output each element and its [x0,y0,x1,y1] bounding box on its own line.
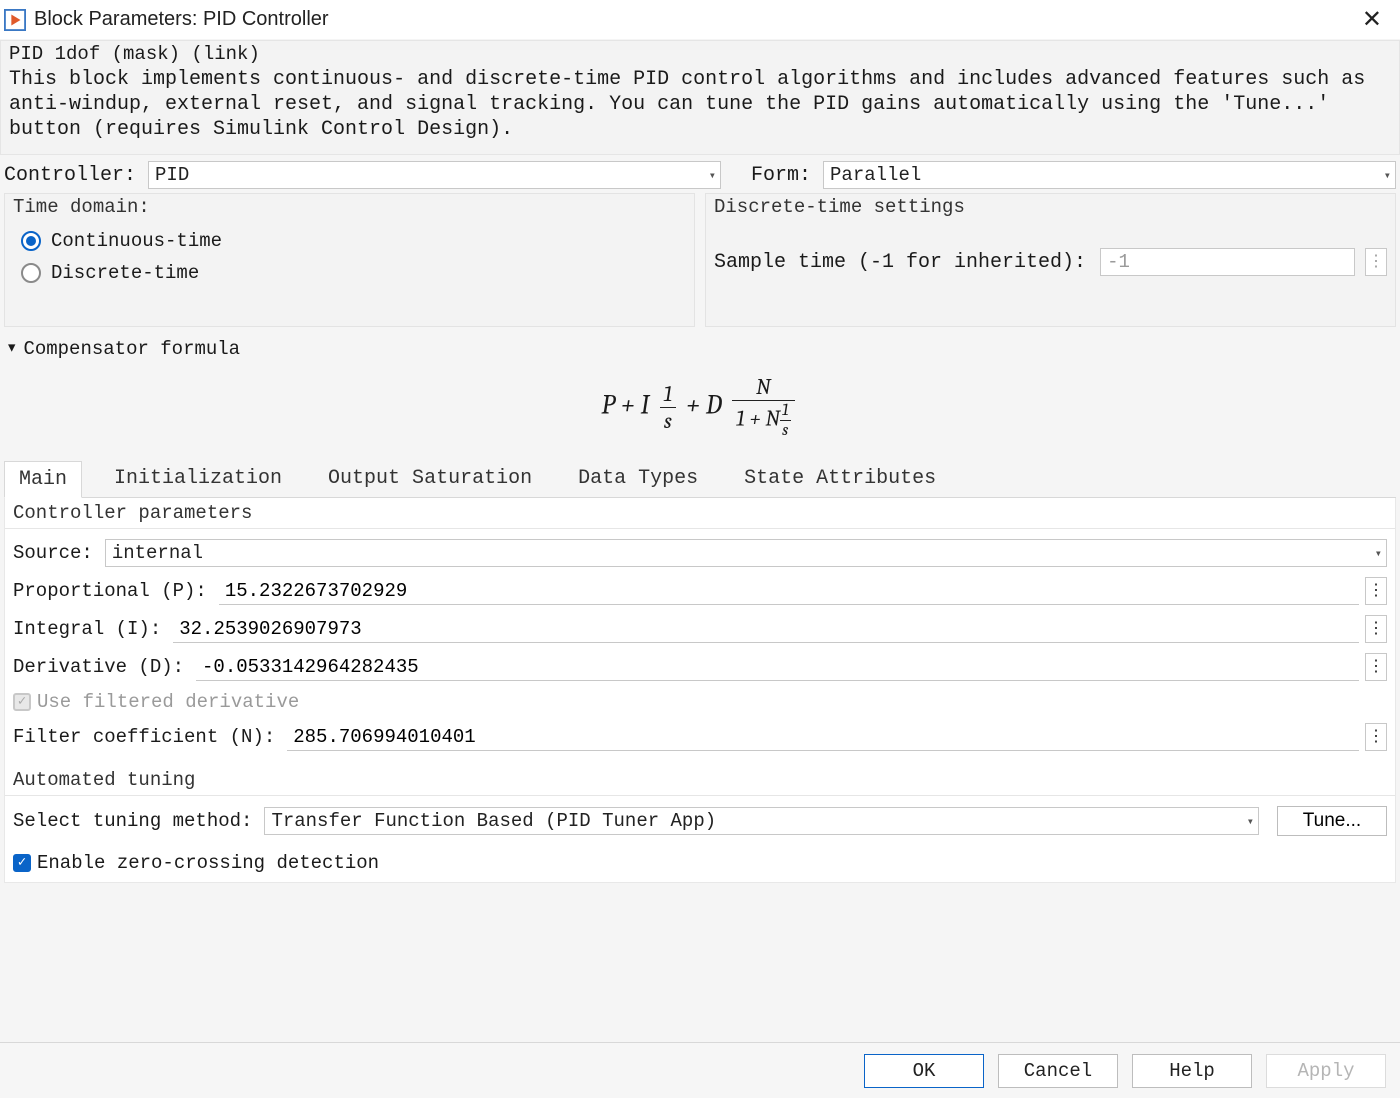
source-value: internal [112,542,203,564]
chevron-down-icon: ▾ [709,168,716,183]
sample-time-actions-button: ⋮ [1365,248,1387,276]
time-domain-legend: Time domain: [13,196,686,222]
chevron-down-icon: ▾ [1375,546,1382,561]
compensator-formula-label: Compensator formula [23,338,240,360]
caret-down-icon: ▾ [6,336,17,359]
simulink-icon [4,9,26,31]
apply-button: Apply [1266,1054,1386,1088]
d-input[interactable] [196,653,1359,681]
p-input[interactable] [219,577,1359,605]
i-input[interactable] [173,615,1359,643]
block-parameters-window: Block Parameters: PID Controller ✕ PID 1… [0,0,1400,1098]
controller-label: Controller: [4,161,140,189]
form-value: Parallel [830,164,921,186]
compensator-formula: P + I 1s + D N 1 + N1s [0,366,1400,460]
tuning-method-dropdown[interactable]: Transfer Function Based (PID Tuner App) … [264,807,1259,835]
p-actions-button[interactable]: ⋮ [1365,577,1387,605]
window-title: Block Parameters: PID Controller [34,8,329,31]
n-actions-button[interactable]: ⋮ [1365,723,1387,751]
titlebar: Block Parameters: PID Controller ✕ [0,0,1400,40]
n-label: Filter coefficient (N): [13,726,281,748]
controller-parameters-legend: Controller parameters [5,498,1395,529]
help-button[interactable]: Help [1132,1054,1252,1088]
i-label: Integral (I): [13,618,167,640]
source-label: Source: [13,542,99,564]
use-filtered-derivative-checkbox [13,693,31,711]
source-dropdown[interactable]: internal ▾ [105,539,1387,567]
tuning-method-value: Transfer Function Based (PID Tuner App) [271,810,716,832]
zero-crossing-label: Enable zero-crossing detection [37,852,379,874]
tab-initialization[interactable]: Initialization [100,461,296,498]
close-icon[interactable]: ✕ [1354,1,1390,38]
sample-time-input [1100,248,1355,276]
ok-button[interactable]: OK [864,1054,984,1088]
automated-tuning-legend: Automated tuning [5,765,1395,796]
d-label: Derivative (D): [13,656,190,678]
i-actions-button[interactable]: ⋮ [1365,615,1387,643]
zero-crossing-checkbox[interactable] [13,854,31,872]
tuning-method-label: Select tuning method: [13,810,258,832]
discrete-time-radio[interactable] [21,263,41,283]
discrete-time-label: Discrete-time [51,262,199,284]
continuous-time-label: Continuous-time [51,230,222,252]
tune-button[interactable]: Tune... [1277,806,1387,836]
form-dropdown[interactable]: Parallel ▾ [823,161,1396,189]
tab-data-types[interactable]: Data Types [564,461,712,498]
discrete-settings-legend: Discrete-time settings [714,196,1387,222]
time-domain-fieldset: Time domain: Continuous-time Discrete-ti… [4,193,695,327]
form-label: Form: [751,161,815,189]
main-tab-panel: Controller parameters Source: internal ▾… [4,498,1396,883]
n-input[interactable] [287,723,1359,751]
mask-description: This block implements continuous- and di… [0,65,1400,155]
tab-output-saturation[interactable]: Output Saturation [314,461,546,498]
p-label: Proportional (P): [13,580,213,602]
tab-state-attributes[interactable]: State Attributes [730,461,950,498]
mask-type-line: PID 1dof (mask) (link) [0,40,1400,65]
cancel-button[interactable]: Cancel [998,1054,1118,1088]
chevron-down-icon: ▾ [1247,814,1254,829]
continuous-time-radio[interactable] [21,231,41,251]
controller-value: PID [155,164,189,186]
discrete-settings-fieldset: Discrete-time settings Sample time (-1 f… [705,193,1396,327]
sample-time-label: Sample time (-1 for inherited): [714,251,1090,274]
use-filtered-derivative-label: Use filtered derivative [37,691,299,713]
dialog-footer: OK Cancel Help Apply [0,1042,1400,1098]
chevron-down-icon: ▾ [1384,168,1391,183]
controller-dropdown[interactable]: PID ▾ [148,161,721,189]
compensator-formula-toggle[interactable]: ▾ Compensator formula [0,327,1400,366]
tab-bar: Main Initialization Output Saturation Da… [4,460,1396,498]
d-actions-button[interactable]: ⋮ [1365,653,1387,681]
tab-main[interactable]: Main [4,461,82,498]
